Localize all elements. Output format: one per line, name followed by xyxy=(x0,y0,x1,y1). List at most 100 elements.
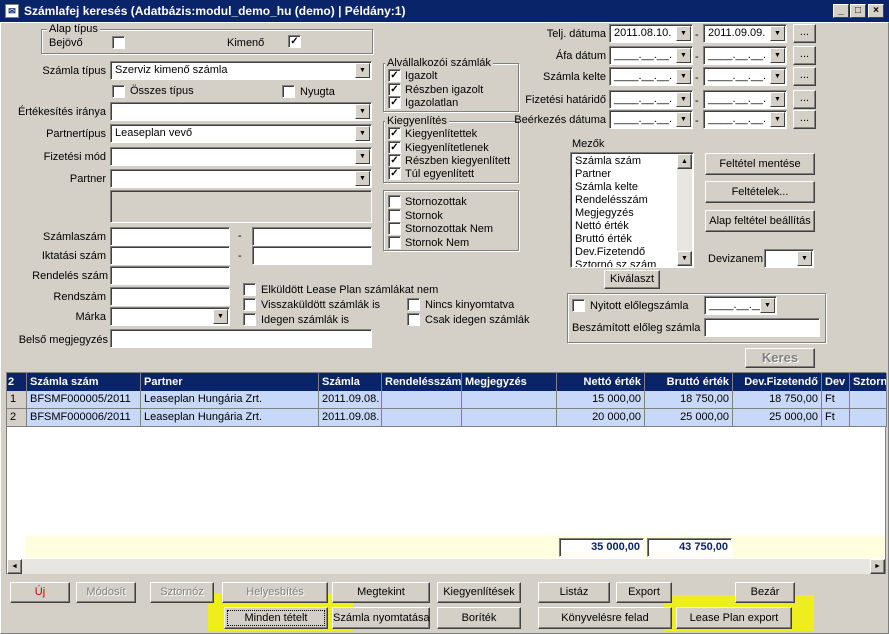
hatarido-to-picker[interactable]: ____.__.__. ▼ xyxy=(703,90,787,109)
helyesbites-button[interactable]: Helyesbítés xyxy=(222,582,328,603)
sztornoz-button[interactable]: Sztornóz xyxy=(150,582,214,603)
minden-tetelt-button[interactable]: Minden tételt xyxy=(224,607,328,629)
kivalaszt-button[interactable]: Kiválaszt xyxy=(604,270,660,289)
table-cell[interactable]: 18 750,00 xyxy=(733,391,822,409)
table-cell[interactable] xyxy=(462,391,557,409)
table-cell[interactable]: 2011.09.08. xyxy=(319,409,382,427)
list-item[interactable]: Dev.Fizetendő xyxy=(575,246,645,258)
boritek-button[interactable]: Boríték xyxy=(437,607,521,629)
beerkezes-more-button[interactable]: ... xyxy=(793,110,816,129)
stornok-checkbox[interactable] xyxy=(388,209,401,222)
partner-select[interactable]: ▼ xyxy=(110,169,372,188)
list-item[interactable]: Bruttó érték xyxy=(575,233,632,245)
nincs-kinyomtatva-checkbox[interactable] xyxy=(407,298,420,311)
row-indicator[interactable]: 2 xyxy=(7,409,27,427)
hatarido-from-picker[interactable]: ____.__.__. ▼ xyxy=(609,90,693,109)
hatarido-more-button[interactable]: ... xyxy=(793,90,816,109)
telj-from-picker[interactable]: 2011.08.10. ▼ xyxy=(609,24,693,43)
table-cell[interactable]: Leaseplan Hungária Zrt. xyxy=(141,409,319,427)
marka-select[interactable]: ▼ xyxy=(110,307,230,326)
bejovo-checkbox[interactable] xyxy=(112,36,125,49)
column-header-dev-fizetendo[interactable]: Dev.Fizetendő xyxy=(733,373,822,391)
scroll-left-icon[interactable]: ◄ xyxy=(7,559,22,574)
kiegyenlitetlenek-checkbox[interactable]: ✓ xyxy=(388,141,401,154)
list-item[interactable]: Megjegyzés xyxy=(575,207,634,219)
listaz-button[interactable]: Listáz xyxy=(538,582,610,603)
alap-feltetel-button[interactable]: Alap feltétel beállítás xyxy=(705,210,815,232)
results-grid[interactable]: 2 Számla szám Partner Számla Rendelésszá… xyxy=(6,372,887,574)
export-button[interactable]: Export xyxy=(616,582,672,603)
devizanem-select[interactable]: ▼ xyxy=(764,249,814,268)
column-header-szamla-szam[interactable]: Számla szám xyxy=(27,373,141,391)
telj-to-picker[interactable]: 2011.09.09. ▼ xyxy=(703,24,787,43)
table-cell[interactable] xyxy=(850,409,887,427)
konyvelesre-felad-button[interactable]: Könyvelésre felad xyxy=(538,607,672,629)
feltetelek-button[interactable]: Feltételek... xyxy=(705,181,815,203)
stornozottak-checkbox[interactable] xyxy=(388,195,401,208)
list-item[interactable]: Nettó érték xyxy=(575,220,629,232)
nyugta-checkbox[interactable] xyxy=(282,85,295,98)
stornozottak-nem-checkbox[interactable] xyxy=(388,222,401,235)
kelte-from-picker[interactable]: ____.__.__. ▼ xyxy=(609,67,693,86)
table-cell[interactable]: 20 000,00 xyxy=(557,409,645,427)
close-button[interactable]: × xyxy=(868,4,884,18)
column-header-dev[interactable]: Dev xyxy=(822,373,850,391)
stornok-nem-checkbox[interactable] xyxy=(388,236,401,249)
szamla-nyomtatasa-button[interactable]: Számla nyomtatása xyxy=(332,607,430,629)
row-indicator[interactable]: 1 xyxy=(7,391,27,409)
column-header-brutto[interactable]: Bruttó érték xyxy=(645,373,733,391)
scroll-down-icon[interactable]: ▼ xyxy=(677,251,692,266)
fizetesi-mod-select[interactable]: ▼ xyxy=(110,147,372,166)
rendszam-input[interactable] xyxy=(110,287,230,306)
table-cell[interactable]: 2011.09.08. xyxy=(319,391,382,409)
table-cell[interactable] xyxy=(382,391,462,409)
osszes-tipus-checkbox[interactable] xyxy=(112,85,125,98)
column-header-rendelesszam[interactable]: Rendelésszám xyxy=(382,373,462,391)
feltetel-mentese-button[interactable]: Feltétel mentése xyxy=(705,153,815,175)
list-item[interactable]: Partner xyxy=(575,168,611,180)
iktatasi-from-input[interactable] xyxy=(110,246,230,265)
mezok-scrollbar[interactable]: ▲ ▼ xyxy=(677,154,692,266)
grid-h-scrollbar[interactable]: ◄ ► xyxy=(7,559,885,574)
table-cell[interactable] xyxy=(382,409,462,427)
list-item[interactable]: Sztornó sz.szám xyxy=(575,259,656,267)
reszben-kiegy-checkbox[interactable]: ✓ xyxy=(388,154,401,167)
kiegyenlitettek-checkbox[interactable]: ✓ xyxy=(388,127,401,140)
igazolatlan-checkbox[interactable]: ✓ xyxy=(388,96,401,109)
keres-button[interactable]: Keres xyxy=(745,348,815,368)
beerkezes-to-picker[interactable]: ____.__.__. ▼ xyxy=(703,110,787,129)
reszben-igazolt-checkbox[interactable]: ✓ xyxy=(388,83,401,96)
afa-more-button[interactable]: ... xyxy=(793,46,816,65)
beerkezes-from-picker[interactable]: ____.__.__. ▼ xyxy=(609,110,693,129)
scroll-up-icon[interactable]: ▲ xyxy=(677,154,692,169)
szamla-tipus-select[interactable]: Szerviz kimenő számla ▼ xyxy=(110,61,372,80)
column-header-partner[interactable]: Partner xyxy=(141,373,319,391)
uj-button[interactable]: Új xyxy=(10,582,70,603)
nyitott-eloleg-checkbox[interactable] xyxy=(572,299,585,312)
afa-to-picker[interactable]: ____.__.__. ▼ xyxy=(703,46,787,65)
csak-idegen-checkbox[interactable] xyxy=(407,313,420,326)
table-cell[interactable]: BFSMF000005/2011 xyxy=(27,391,141,409)
table-cell[interactable]: 25 000,00 xyxy=(645,409,733,427)
iktatasi-to-input[interactable] xyxy=(252,246,372,265)
list-item[interactable]: Számla szám xyxy=(575,155,641,167)
telj-more-button[interactable]: ... xyxy=(793,24,816,43)
igazolt-checkbox[interactable]: ✓ xyxy=(388,69,401,82)
mezok-listbox[interactable]: Számla szám Partner Számla kelte Rendelé… xyxy=(570,152,694,268)
idegen-checkbox[interactable] xyxy=(243,313,256,326)
belso-input[interactable] xyxy=(110,329,372,348)
ertekesites-select[interactable]: ▼ xyxy=(110,102,372,121)
minimize-button[interactable]: _ xyxy=(833,4,849,18)
maximize-button[interactable]: □ xyxy=(850,4,866,18)
scroll-right-icon[interactable]: ► xyxy=(870,559,885,574)
table-cell[interactable]: Ft xyxy=(822,391,850,409)
beszamitott-input[interactable] xyxy=(704,318,820,337)
table-cell[interactable]: 15 000,00 xyxy=(557,391,645,409)
leaseplan-export-button[interactable]: Lease Plan export xyxy=(676,607,792,629)
modosit-button[interactable]: Módosít xyxy=(76,582,136,603)
tul-egyenlitett-checkbox[interactable]: ✓ xyxy=(388,167,401,180)
elkuldott-checkbox[interactable] xyxy=(243,283,256,296)
table-cell[interactable]: Leaseplan Hungária Zrt. xyxy=(141,391,319,409)
list-item[interactable]: Számla kelte xyxy=(575,181,638,193)
table-cell[interactable]: 18 750,00 xyxy=(645,391,733,409)
